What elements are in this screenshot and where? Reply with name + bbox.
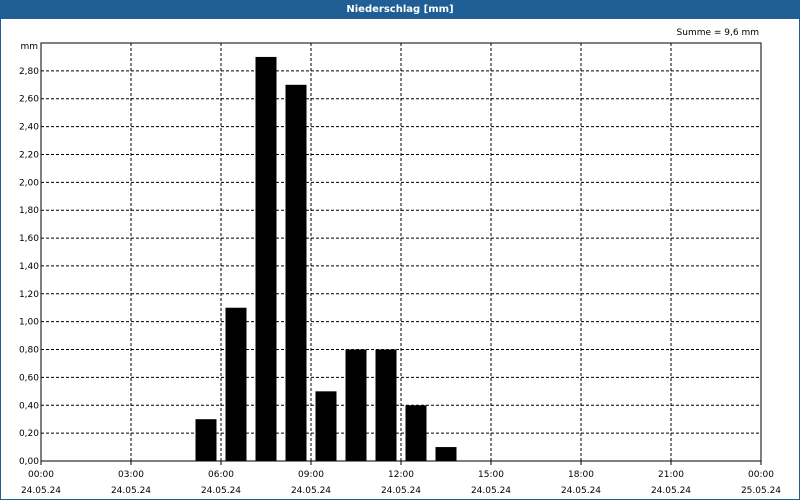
x-tick-date-label: 24.05.24	[561, 486, 601, 496]
bar	[435, 447, 457, 461]
x-tick-time-label: 18:00	[568, 470, 594, 480]
y-tick-label: 1,40	[19, 262, 39, 272]
bar	[345, 349, 367, 461]
y-tick-label: 1,60	[19, 234, 39, 244]
y-tick-label: 1,00	[19, 318, 39, 328]
bar	[375, 349, 397, 461]
y-tick-label: 2,00	[19, 178, 39, 188]
x-tick-time-label: 21:00	[658, 470, 684, 480]
bar	[285, 84, 307, 462]
bar	[315, 391, 337, 461]
x-tick-date-label: 24.05.24	[201, 486, 241, 496]
x-tick-time-label: 12:00	[388, 470, 414, 480]
chart-window: Niederschlag [mm] 0,00 0,20 0,40 0,60 0,80 1,…	[0, 0, 800, 500]
bar	[195, 419, 217, 461]
x-tick-date-label: 24.05.24	[381, 486, 421, 496]
y-tick-label: 0,00	[19, 457, 39, 467]
bar	[225, 307, 247, 461]
x-tick-time-label: 06:00	[208, 470, 234, 480]
y-axis-label: mm	[20, 42, 38, 52]
y-tick-label: 2,60	[19, 95, 39, 105]
y-tick-label: 2,40	[19, 123, 39, 133]
y-tick-label: 0,40	[19, 401, 39, 411]
bar	[255, 56, 277, 461]
x-tick-date-label: 24.05.24	[471, 486, 511, 496]
x-tick-time-label: 15:00	[478, 470, 504, 480]
x-tick-date-label: 25.05.24	[741, 486, 781, 496]
x-tick-time-label: 00:00	[748, 470, 774, 480]
precipitation-chart: 0,00 0,20 0,40 0,60 0,80 1,00 1,20 1,40 1,60 1,80…	[19, 28, 781, 496]
y-tick-label: 1,20	[19, 290, 39, 300]
sum-annotation: Summe = 9,6 mm	[677, 28, 759, 38]
y-tick-label: 0,60	[19, 373, 39, 383]
y-tick-label: 2,20	[19, 150, 39, 160]
x-tick-time-label: 00:00	[28, 470, 54, 480]
y-tick-label: 0,20	[19, 429, 39, 439]
x-tick-date-label: 24.05.24	[291, 486, 331, 496]
bar	[405, 405, 427, 461]
x-tick-date-label: 24.05.24	[21, 486, 61, 496]
y-tick-label: 0,80	[19, 346, 39, 356]
x-tick-date-label: 24.05.24	[651, 486, 691, 496]
y-tick-label: 2,80	[19, 67, 39, 77]
x-tick-time-label: 09:00	[298, 470, 324, 480]
x-tick-date-label: 24.05.24	[111, 486, 151, 496]
y-tick-label: 1,80	[19, 206, 39, 216]
x-tick-time-label: 03:00	[118, 470, 144, 480]
